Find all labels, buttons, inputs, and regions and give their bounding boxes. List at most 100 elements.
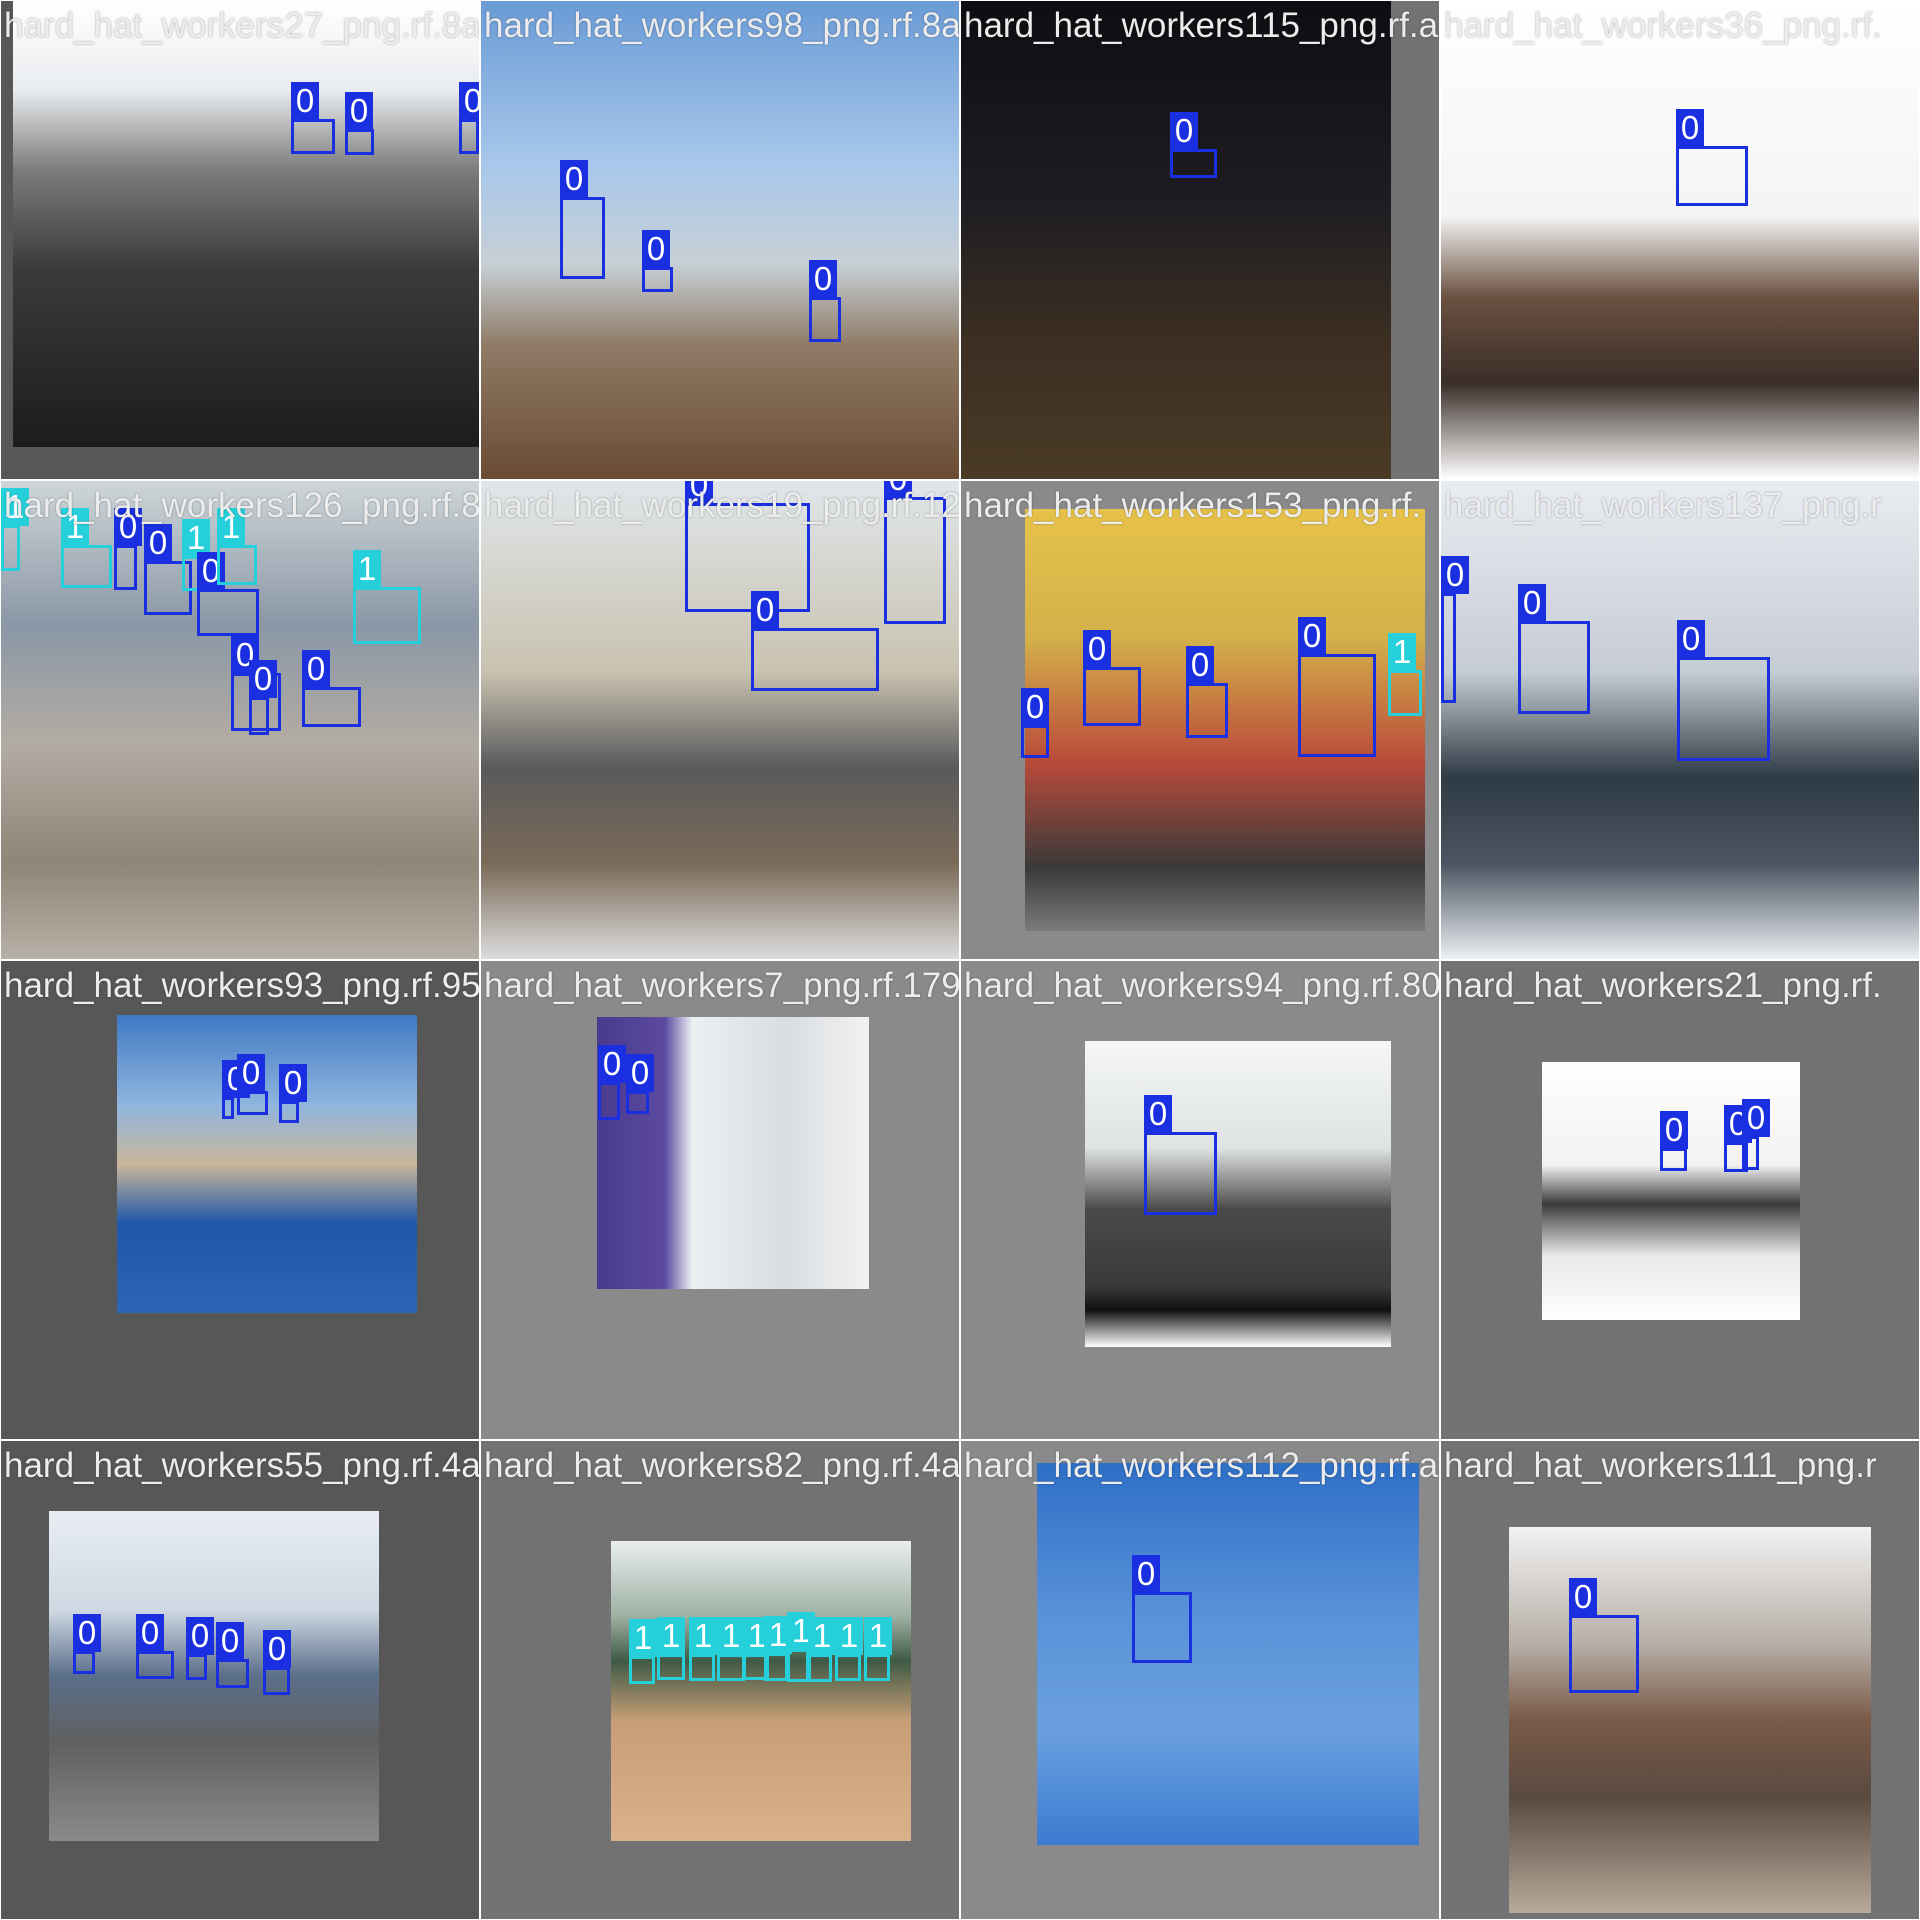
bounding-box-class-0: 0 <box>1021 688 1049 758</box>
bbox-class-label: 1 <box>835 1617 863 1655</box>
bbox-class-label: 1 <box>717 1617 745 1655</box>
mosaic-tile: 0 0 0 hard_hat_workers137_png.r <box>1441 481 1919 959</box>
bbox-class-label: 0 <box>73 1614 101 1652</box>
bbox-class-label: 0 <box>263 1630 291 1668</box>
bounding-box-class-1: 1 <box>764 1616 792 1681</box>
tile-filename: hard_hat_workers27_png.rf.8a46cd610d8f7c <box>4 6 479 45</box>
bounding-box-class-0: 0 <box>345 92 374 155</box>
tile-filename: hard_hat_workers153_png.rf. <box>964 486 1422 525</box>
mosaic-tile: 0 0 0 hard_hat_workers21_png.rf. <box>1441 961 1919 1439</box>
bounding-box-class-0: 0 <box>197 552 259 636</box>
bbox-class-label: 0 <box>1677 620 1705 658</box>
bbox-class-label: 0 <box>1441 556 1469 594</box>
bounding-box-class-1: 1 <box>717 1617 745 1681</box>
bounding-box-class-1: 1 <box>1388 633 1422 716</box>
bbox-class-label: 0 <box>1132 1555 1160 1593</box>
bounding-box-class-0: 0 <box>1132 1555 1192 1663</box>
bbox-class-label: 0 <box>642 230 670 268</box>
bbox-class-label: 0 <box>216 1622 244 1660</box>
bbox-class-label: 1 <box>353 550 381 588</box>
bounding-box-class-0: 0 <box>1186 646 1228 738</box>
bbox-class-label: 0 <box>237 1054 265 1092</box>
tile-photo <box>961 1 1391 479</box>
bbox-class-label: 0 <box>1569 1578 1597 1616</box>
bounding-box-class-0: 0 <box>1170 112 1217 178</box>
bounding-box-class-1: 1 <box>864 1617 892 1681</box>
bounding-box-class-0: 0 <box>1676 109 1748 206</box>
bounding-box-class-1: 1 <box>808 1617 836 1682</box>
bbox-class-label: 1 <box>629 1619 657 1657</box>
bbox-class-label: 0 <box>144 524 172 562</box>
bounding-box-class-1: 1 <box>689 1617 717 1681</box>
tile-filename: hard_hat_workers115_png.rf.ae838a7201d9e… <box>964 6 1439 45</box>
bbox-class-label: 0 <box>809 260 837 298</box>
bbox-class-label: 1 <box>1388 633 1416 671</box>
tile-photo <box>13 1 479 447</box>
bounding-box-class-1: 1 <box>629 1619 657 1684</box>
tile-filename: hard_hat_workers98_png.rf.8a15beb1d3ae40 <box>484 6 959 45</box>
mosaic-tile: 00 hard_hat_workers7_png.rf.17924cf218672… <box>481 961 959 1439</box>
tile-photo <box>117 1015 417 1313</box>
tile-filename: hard_hat_workers19_png.rf.123dff84cac6 <box>484 486 959 525</box>
tile-filename: hard_hat_workers126_png.rf.892fe121e3 <box>4 486 479 525</box>
bbox-class-label: 1 <box>864 1617 892 1655</box>
bbox-class-label: 0 <box>1742 1099 1770 1137</box>
bbox-class-label: 0 <box>1170 112 1198 150</box>
bbox-class-label: 0 <box>302 650 330 688</box>
bounding-box-class-0: 0 <box>1660 1111 1688 1171</box>
bounding-box-class-0: 0 <box>186 1617 214 1680</box>
bounding-box-class-1: 1 <box>353 550 421 644</box>
tile-filename: hard_hat_workers36_png.rf. <box>1444 6 1882 45</box>
tile-filename: hard_hat_workers55_png.rf.4a1f6313b3e0 <box>4 1446 479 1485</box>
bounding-box-class-0: 0 <box>279 1064 307 1123</box>
tile-filename: hard_hat_workers137_png.r <box>1444 486 1882 525</box>
mosaic-tile: 0 hard_hat_workers115_png.rf.ae838a7201d9… <box>961 1 1439 479</box>
bounding-box-class-1: 1 <box>1 488 29 571</box>
bbox-class-label: 1 <box>689 1617 717 1655</box>
bounding-box-class-0: 0 <box>626 1054 654 1114</box>
tile-photo <box>1509 1527 1871 1913</box>
tile-filename: hard_hat_workers112_png.rf.aadaf3e10d3d9 <box>964 1446 1439 1485</box>
bbox-class-label: 0 <box>345 92 373 130</box>
bounding-box-class-0: 0 <box>216 1622 249 1688</box>
bounding-box-class-0: 0 <box>73 1614 101 1674</box>
bbox-class-label: 0 <box>751 591 779 629</box>
bounding-box-class-1: 1 <box>657 1617 685 1680</box>
bounding-box-class-0: 0 <box>263 1630 291 1695</box>
mosaic-tile: 0 hard_hat_workers36_png.rf. <box>1441 1 1919 479</box>
tile-photo <box>481 1 959 479</box>
bounding-box-class-0: 0 <box>1144 1095 1217 1215</box>
bounding-box-class-0: 0 <box>1677 620 1770 761</box>
mosaic-tile: 000hard_hat_workers27_png.rf.8a46cd610d8… <box>1 1 479 479</box>
bbox-class-label: 0 <box>1144 1095 1172 1133</box>
tile-photo <box>1037 1463 1419 1845</box>
bbox-class-label: 0 <box>1518 584 1546 622</box>
bbox-class-label: 0 <box>626 1054 654 1092</box>
tile-filename: hard_hat_workers111_png.r <box>1444 1446 1877 1485</box>
mosaic-tile: 0 0 0 hard_hat_workers98_png.rf.8a15beb1d3a… <box>481 1 959 479</box>
bounding-box-class-0: 0 <box>302 650 361 727</box>
bbox-class-label: 0 <box>1660 1111 1688 1149</box>
bounding-box-class-0: 0 <box>642 230 673 292</box>
tile-filename: hard_hat_workers94_png.rf.80ddc380a2e <box>964 966 1439 1005</box>
bounding-box-class-0: 0 <box>1569 1578 1639 1693</box>
bounding-box-class-0: 0 <box>598 1045 626 1120</box>
bbox-class-label: 0 <box>186 1617 214 1655</box>
bounding-box-class-0: 0 <box>1298 617 1376 757</box>
bbox-class-label: 0 <box>1083 630 1111 668</box>
mosaic-tile: 000hard_hat_workers19_png.rf.123dff84cac… <box>481 481 959 959</box>
mosaic-tile: 0 0 0 1 0 hard_hat_workers153_png.rf. <box>961 481 1439 959</box>
bbox-class-label: 0 <box>291 82 319 120</box>
mosaic-tile: 000 hard_hat_workers93_png.rf.9517fdf2198… <box>1 961 479 1439</box>
mosaic-grid: 000hard_hat_workers27_png.rf.8a46cd610d8… <box>0 0 1920 1920</box>
bbox-class-label: 0 <box>459 82 479 120</box>
bbox-class-label: 0 <box>136 1614 164 1652</box>
bounding-box-class-1: 1 <box>61 508 112 588</box>
bounding-box-class-0: 0 <box>1518 584 1590 714</box>
tile-photo <box>611 1541 911 1841</box>
mosaic-tile: 0 hard_hat_workers94_png.rf.80ddc380a2e <box>961 961 1439 1439</box>
tile-photo <box>1441 1 1919 479</box>
mosaic-tile: 11001011000hard_hat_workers126_png.rf.89… <box>1 481 479 959</box>
tile-filename: hard_hat_workers93_png.rf.9517fdf2198617 <box>4 966 479 1005</box>
tile-filename: hard_hat_workers82_png.rf.4aadf5501a258 <box>484 1446 959 1485</box>
